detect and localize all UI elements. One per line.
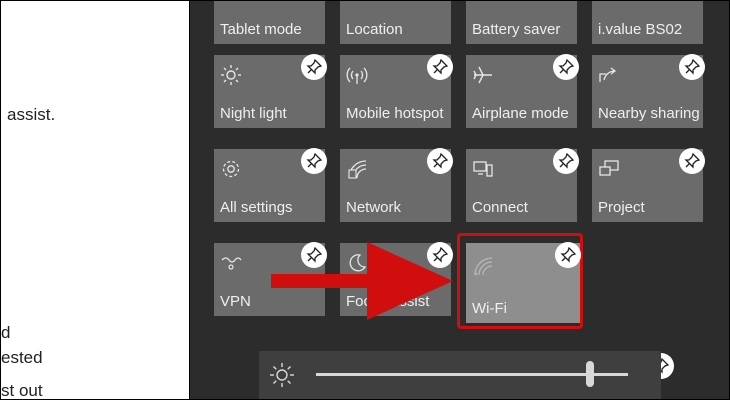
pin-icon[interactable] [553,54,579,80]
tile-label: Project [598,199,645,216]
document-text-line: d [1,323,11,342]
document-text-line: assist. [7,105,56,124]
pin-icon[interactable] [555,242,581,268]
pin-icon[interactable] [427,54,453,80]
tile-label: VPN [220,293,251,310]
tile-battery-saver[interactable]: Battery saver [466,1,577,44]
brightness-icon [270,363,294,387]
action-center-panel: Tablet mode Location Battery saver i.val… [190,1,729,399]
red-arrow-icon [271,242,453,320]
document-text-line: st out [1,381,43,399]
tile-label: i.value BS02 [598,21,683,38]
airplane-icon [473,66,492,84]
tile-label: Tablet mode [220,21,302,38]
pin-icon[interactable] [427,148,453,174]
pin-icon[interactable] [301,54,327,80]
pin-icon[interactable] [553,148,579,174]
tile-label: Mobile hotspot [346,105,444,122]
brightness-slider[interactable] [259,351,661,400]
tile-label: Airplane mode [472,105,569,122]
tile-label: Connect [472,199,528,216]
tile-location[interactable]: Location [340,1,451,44]
document-background: assist. d ested st out [1,1,189,399]
tile-label: Network [346,199,402,216]
pin-icon[interactable] [679,54,705,80]
tile-label: Night light [220,105,287,122]
connect-icon [473,161,493,177]
slider-thumb[interactable] [586,361,594,387]
tile-label: All settings [220,199,293,216]
gear-icon [222,160,240,178]
pin-icon[interactable] [679,148,705,174]
document-text-line: ested [1,348,43,367]
network-icon [348,160,367,179]
tile-label: Nearby sharing [598,105,700,122]
slider-track[interactable] [316,373,628,376]
pin-icon[interactable] [301,148,327,174]
hotspot-icon [346,67,368,84]
tile-label: Location [346,21,403,38]
vpn-icon [221,257,242,270]
brightness-icon [221,65,241,85]
tile-tablet-mode[interactable]: Tablet mode [214,1,325,44]
share-icon [599,67,617,82]
project-icon [599,160,619,176]
tile-label: Battery saver [472,21,561,38]
tile-bluetooth-device[interactable]: i.value BS02 [592,1,703,44]
